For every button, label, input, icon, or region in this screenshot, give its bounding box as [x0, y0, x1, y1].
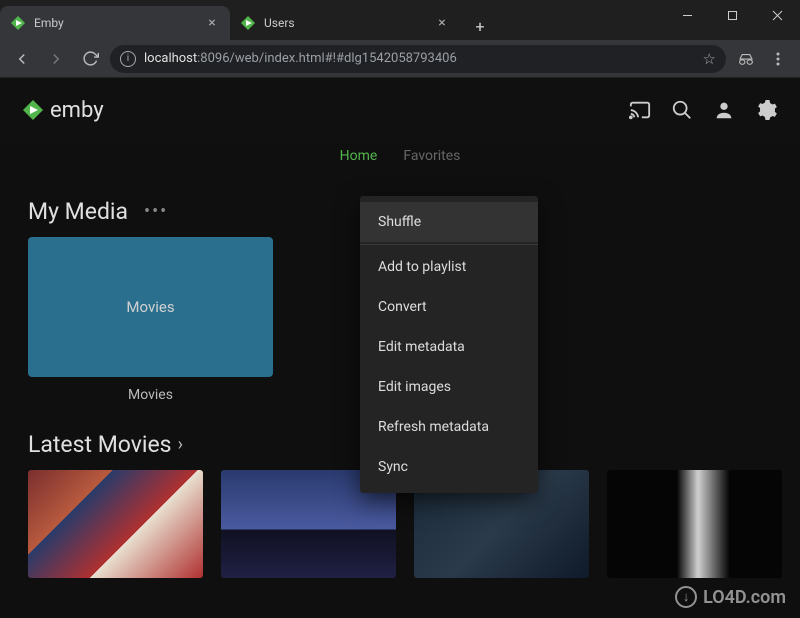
chevron-right-icon: ›: [178, 434, 183, 455]
close-icon[interactable]: ×: [434, 15, 450, 31]
emby-logo[interactable]: emby: [22, 98, 104, 123]
ctx-convert[interactable]: Convert: [360, 287, 538, 327]
watermark: ↓ LO4D.com: [675, 586, 786, 608]
search-icon[interactable]: [670, 98, 694, 122]
tab-users[interactable]: Users ×: [230, 6, 460, 40]
movie-poster[interactable]: [607, 470, 782, 578]
ctx-refresh-metadata[interactable]: Refresh metadata: [360, 407, 538, 447]
media-tile-caption: Movies: [28, 377, 273, 403]
browser-menu-icon[interactable]: [764, 45, 792, 73]
ctx-sync[interactable]: Sync: [360, 447, 538, 487]
ctx-add-to-playlist[interactable]: Add to playlist: [360, 247, 538, 287]
emby-logo-text: emby: [50, 98, 104, 123]
window-titlebar: Emby × Users × +: [0, 0, 800, 40]
site-info-icon[interactable]: i: [120, 51, 136, 67]
download-icon: ↓: [675, 586, 697, 608]
emby-header: emby: [0, 78, 800, 142]
browser-toolbar: i localhost:8096/web/index.html#!#dlg154…: [0, 40, 800, 78]
cast-icon[interactable]: [628, 98, 652, 122]
minimize-button[interactable]: [665, 0, 710, 30]
new-tab-button[interactable]: +: [466, 12, 494, 40]
close-icon[interactable]: ×: [204, 15, 220, 31]
bookmark-star-icon[interactable]: ☆: [703, 50, 716, 68]
nav-home[interactable]: Home: [340, 148, 378, 164]
my-media-title: My Media: [28, 198, 128, 225]
context-menu: Shuffle Add to playlist Convert Edit met…: [360, 196, 538, 493]
latest-movies-title: Latest Movies: [28, 431, 172, 458]
media-tile-movies[interactable]: Movies: [28, 237, 273, 377]
url-text: localhost:8096/web/index.html#!#dlg15420…: [144, 51, 695, 66]
browser-tabs: Emby × Users × +: [0, 0, 494, 40]
reload-button[interactable]: [76, 45, 104, 73]
tab-emby[interactable]: Emby ×: [0, 6, 230, 40]
ctx-edit-metadata[interactable]: Edit metadata: [360, 327, 538, 367]
movie-poster[interactable]: [28, 470, 203, 578]
maximize-button[interactable]: [710, 0, 755, 30]
nav-favorites[interactable]: Favorites: [403, 148, 460, 164]
forward-button[interactable]: [42, 45, 70, 73]
media-tile-label: Movies: [126, 298, 174, 316]
emby-favicon-icon: [240, 15, 256, 31]
user-icon[interactable]: [712, 98, 736, 122]
incognito-icon[interactable]: [732, 45, 760, 73]
ctx-shuffle[interactable]: Shuffle: [360, 202, 538, 242]
emby-logo-icon: [22, 99, 44, 121]
emby-nav: Home Favorites: [0, 142, 800, 178]
tab-title: Users: [264, 16, 426, 30]
tab-title: Emby: [34, 16, 196, 30]
emby-favicon-icon: [10, 15, 26, 31]
settings-gear-icon[interactable]: [754, 98, 778, 122]
ctx-edit-images[interactable]: Edit images: [360, 367, 538, 407]
more-dots-icon[interactable]: •••: [144, 201, 168, 222]
back-button[interactable]: [8, 45, 36, 73]
address-bar[interactable]: i localhost:8096/web/index.html#!#dlg154…: [110, 45, 726, 73]
divider: [360, 244, 538, 245]
watermark-text: LO4D.com: [703, 587, 786, 608]
close-window-button[interactable]: [755, 0, 800, 30]
window-controls: [665, 0, 800, 30]
